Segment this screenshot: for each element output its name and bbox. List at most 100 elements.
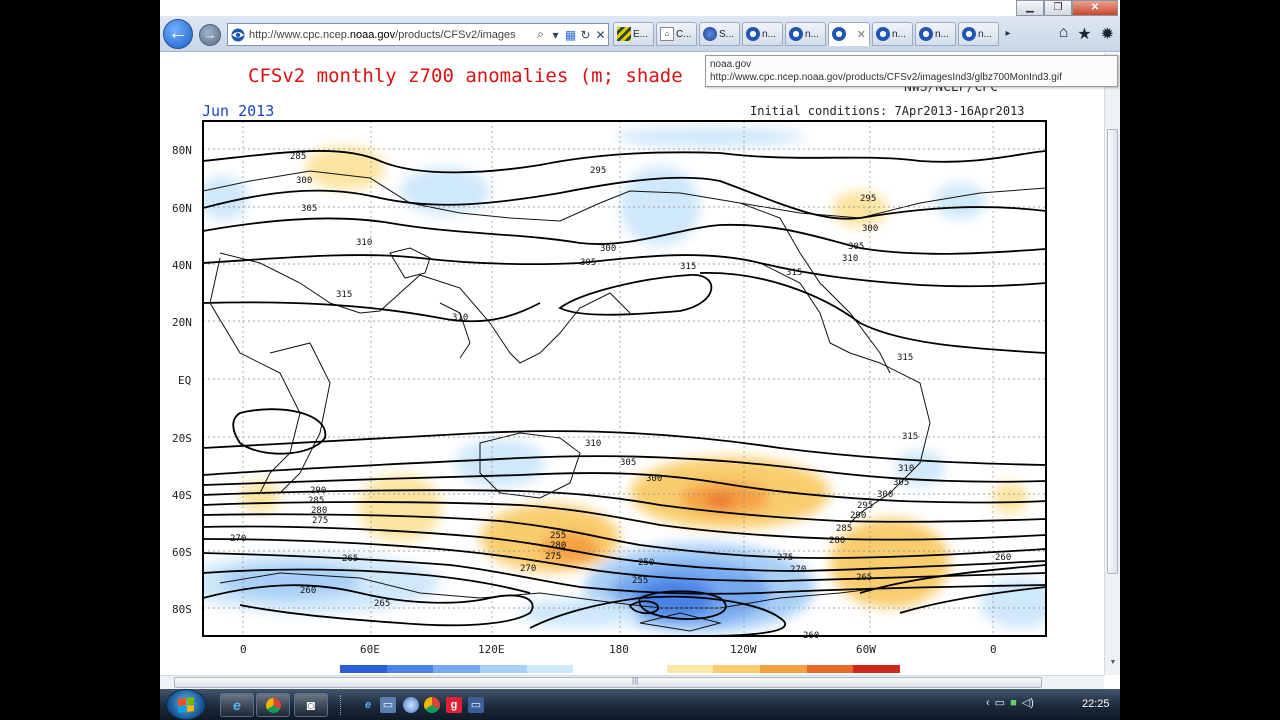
svg-text:275: 275 [777,553,793,563]
tab-label: E... [633,28,649,40]
chrome-quicklaunch-icon[interactable] [424,697,440,713]
close-tab-icon[interactable]: ✕ [857,28,866,41]
address-url[interactable]: http://www.cpc.ncep.noaa.gov/products/CF… [249,29,533,41]
tab-label: S... [719,28,735,40]
tab-3[interactable]: S... [699,22,740,46]
start-button[interactable] [166,689,206,720]
svg-text:310: 310 [585,439,601,449]
tab-8[interactable]: n... [915,22,956,46]
colorbar-swatch [340,665,387,673]
svg-text:300: 300 [877,490,893,500]
google-plus-quicklaunch-icon[interactable]: g [446,697,462,713]
svg-text:265: 265 [374,599,390,609]
svg-text:280: 280 [829,536,845,546]
colorbar-swatch [713,665,761,673]
tab-overflow-arrow-icon[interactable]: ▸ [1001,22,1015,46]
noaa-favicon-icon [876,27,890,41]
svg-text:0: 0 [990,643,997,656]
tab-1[interactable]: E... [613,22,654,46]
tab-label: C... [676,28,692,40]
svg-text:285: 285 [836,524,852,534]
svg-text:315: 315 [680,262,696,272]
scroll-down-arrow-icon[interactable]: ▼ [1108,659,1118,666]
url-prefix: http://www.cpc.ncep. [249,28,350,41]
url-domain: noaa.gov [349,28,396,41]
tab-7[interactable]: n... [872,22,913,46]
refresh-icon[interactable]: ↻ [578,28,593,42]
colorbar-swatch [760,665,807,673]
tab-label: n... [762,28,776,40]
minimize-button[interactable]: ▁ [1016,0,1044,16]
globe-quicklaunch-icon[interactable] [403,697,419,713]
scrollbar-thumb[interactable] [174,677,1042,688]
tab-active[interactable]: ✕ [828,22,870,46]
svg-text:305: 305 [893,478,909,488]
scrollbar-grip-icon: ||| [632,676,639,685]
clock[interactable]: 22:25 [1082,698,1110,710]
colorbar-swatch [620,665,667,673]
windows-logo-icon [178,697,194,713]
chrome-icon [265,698,281,713]
back-button[interactable]: ← [163,19,193,49]
chrome-taskbar-button[interactable] [256,693,290,717]
svg-text:300: 300 [296,176,312,186]
svg-text:300: 300 [600,244,616,254]
dropdown-arrow-icon[interactable]: ▾ [548,28,563,42]
svg-text:295: 295 [857,501,873,511]
vertical-scrollbar[interactable]: ▲ ▼ [1104,53,1120,675]
tab-9[interactable]: n... [958,22,999,46]
horizontal-scrollbar[interactable]: ||| [160,675,1104,689]
stop-icon[interactable]: ✕ [593,28,608,42]
scrollbar-thumb[interactable] [1107,129,1118,574]
svg-text:310: 310 [898,464,914,474]
svg-text:180: 180 [609,643,629,656]
svg-text:300: 300 [862,224,878,234]
tools-gear-icon[interactable]: ✹ [1101,24,1114,44]
tab-4[interactable]: n... [742,22,783,46]
colorbar-swatch [386,665,434,673]
home-icon[interactable]: ⌂ [1059,24,1069,44]
ie-taskbar-button[interactable]: e [220,693,254,717]
tab-2[interactable]: ⌂ C... [656,22,697,46]
search-icon[interactable]: ⌕ [533,27,548,42]
network-icon[interactable]: ■ [1010,697,1017,709]
desktop-quicklaunch-icon[interactable]: ▭ [380,697,396,713]
noaa-favicon-icon [746,27,760,41]
tab-label: n... [892,28,906,40]
volume-icon[interactable]: ◁) [1022,696,1034,709]
svg-text:285: 285 [290,152,306,162]
svg-text:80S: 80S [172,603,192,616]
svg-text:270: 270 [230,534,246,544]
svg-text:290: 290 [850,511,866,521]
svg-text:280: 280 [311,506,327,516]
svg-text:260: 260 [995,553,1011,563]
svg-text:275: 275 [545,552,561,562]
close-window-button[interactable]: ✕ [1072,0,1118,16]
svg-text:280: 280 [550,541,566,551]
monitor-quicklaunch-icon[interactable]: ▭ [468,697,484,713]
longitude-labels: 0 60E 120E 180 120W 60W 0 [240,643,997,656]
svg-text:305: 305 [580,258,596,268]
taskbar: e ◙ e ▭ g ▭ ‹ ▭ ■ ◁) 22:25 [160,689,1120,720]
svg-text:20N: 20N [172,316,192,329]
ie-quicklaunch-icon[interactable]: e [360,697,376,713]
tab-label: n... [805,28,819,40]
tab-5[interactable]: n... [785,22,826,46]
url-tooltip: noaa.gov http://www.cpc.ncep.noaa.gov/pr… [705,55,1118,87]
camera-taskbar-button[interactable]: ◙ [294,693,328,717]
tooltip-title: noaa.gov [710,59,752,70]
svg-text:315: 315 [786,268,802,278]
noaa-favicon-icon [962,27,976,41]
address-bar[interactable]: http://www.cpc.ncep.noaa.gov/products/CF… [227,23,609,46]
svg-text:20S: 20S [172,432,192,445]
svg-text:255: 255 [632,576,648,586]
quicklaunch-divider [340,695,342,715]
svg-text:270: 270 [520,564,536,574]
favorites-star-icon[interactable]: ★ [1077,24,1091,44]
svg-text:295: 295 [590,166,606,176]
maximize-button[interactable]: ❐ [1044,0,1072,16]
tray-window-icon[interactable]: ▭ [995,696,1005,709]
forward-button[interactable]: → [199,24,221,46]
compatibility-icon[interactable]: ▦ [563,28,578,42]
tray-expand-icon[interactable]: ‹ [986,697,990,709]
